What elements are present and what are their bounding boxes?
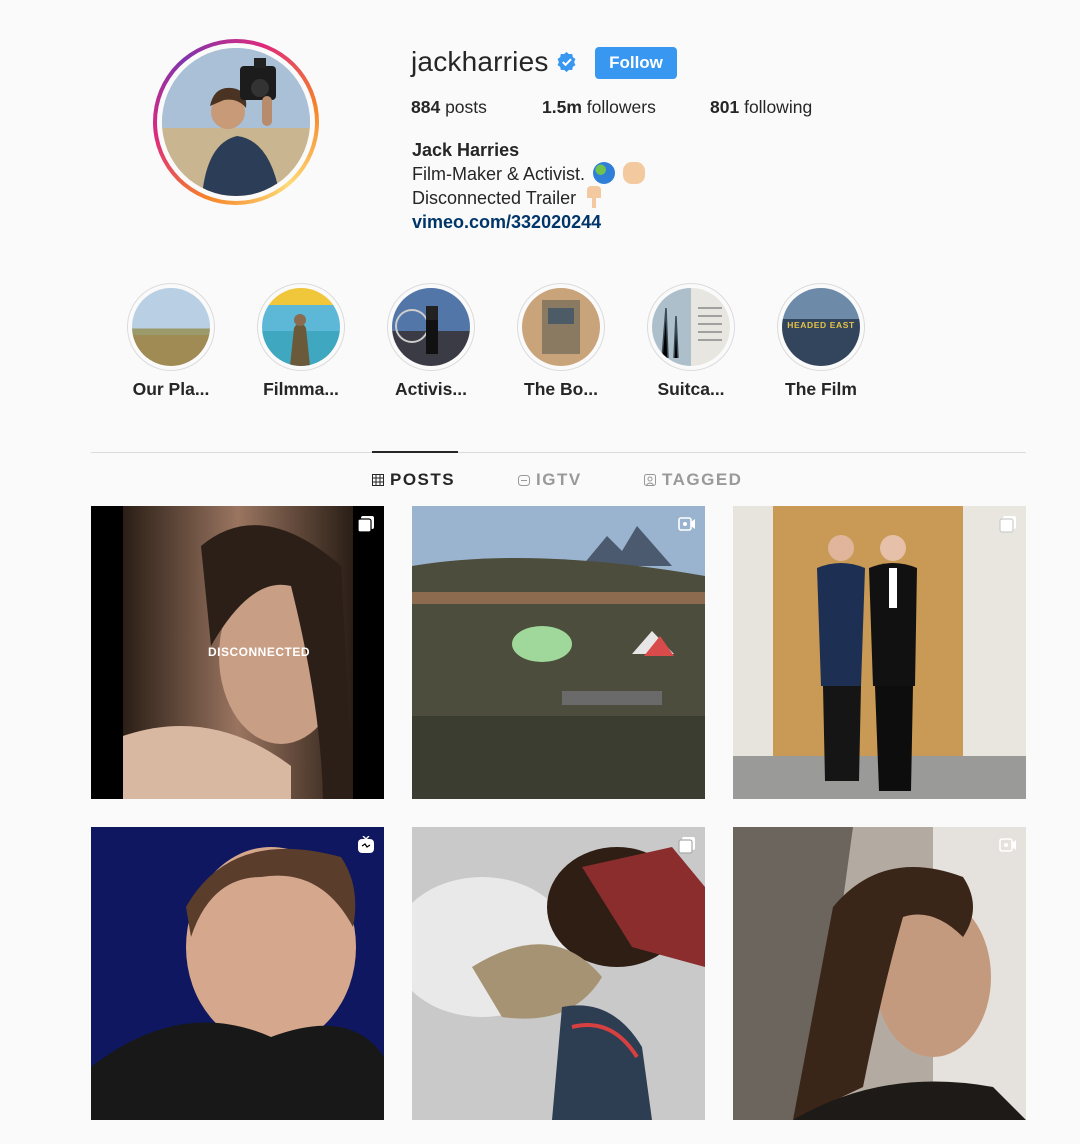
profile-stats: 884 posts 1.5m followers 801 following (411, 97, 812, 118)
highlight-cover (652, 288, 730, 366)
follow-button[interactable]: Follow (595, 47, 677, 79)
highlight-item[interactable]: The Bo... (496, 283, 626, 400)
post-thumbnail[interactable]: DISCONNECTED (91, 506, 384, 799)
highlight-label: Filmma... (263, 379, 339, 399)
username: jackharries (411, 46, 549, 77)
tabs-divider (91, 452, 1026, 453)
posts-count: 884 posts (411, 97, 487, 117)
carousel-icon (678, 837, 695, 854)
carousel-icon (999, 516, 1016, 533)
highlight-item[interactable]: Suitca... (626, 283, 756, 400)
video-icon (999, 838, 1016, 852)
raised-fist-emoji-icon (623, 162, 646, 184)
profile-bio: Jack Harries Film-Maker & Activist. Disc… (412, 138, 646, 234)
highlight-cover-title: HEADED EAST (787, 320, 855, 330)
following-count[interactable]: 801 following (710, 97, 812, 118)
username-row: jackharries (411, 46, 577, 78)
igtv-icon (358, 836, 374, 853)
post-overlay-text: DISCONNECTED (208, 645, 311, 659)
highlight-label: Suitca... (657, 379, 725, 399)
post-thumbnail[interactable] (733, 506, 1026, 799)
bio-line-2: Disconnected Trailer (412, 186, 645, 210)
tab-posts[interactable]: POSTS (372, 470, 455, 490)
video-icon (678, 517, 695, 531)
tab-tagged[interactable]: TAGGED (644, 470, 742, 490)
tagged-icon (644, 474, 656, 486)
highlight-label: Our Pla... (132, 379, 210, 399)
followers-count[interactable]: 1.5m followers (542, 97, 710, 118)
bio-full-name: Jack Harries (412, 140, 520, 160)
highlight-item[interactable]: Activis... (366, 283, 496, 400)
igtv-icon (518, 475, 530, 486)
grid-icon (372, 474, 384, 486)
point-down-emoji-icon (587, 186, 602, 208)
highlight-cover: HEADED EAST (782, 288, 860, 366)
profile-avatar (162, 48, 310, 196)
active-tab-indicator (372, 451, 458, 453)
highlight-cover (132, 288, 210, 366)
carousel-icon (357, 516, 374, 533)
tab-igtv[interactable]: IGTV (518, 470, 582, 490)
post-thumbnail[interactable] (412, 827, 705, 1120)
avatar-photo (162, 48, 310, 196)
bio-website-link[interactable]: vimeo.com/332020244 (412, 212, 601, 232)
highlight-label: Activis... (395, 379, 467, 399)
post-thumbnail[interactable] (733, 827, 1026, 1120)
highlight-cover (392, 288, 470, 366)
highlight-cover (522, 288, 600, 366)
globe-emoji-icon (593, 162, 616, 184)
highlight-label: The Bo... (524, 379, 598, 399)
bio-line-1: Film-Maker & Activist. (412, 162, 646, 186)
highlight-item[interactable]: Filmma... (236, 283, 366, 400)
post-thumbnail[interactable] (412, 506, 705, 799)
post-thumbnail[interactable] (91, 827, 384, 1120)
highlight-label: The Film (785, 379, 857, 399)
highlight-item[interactable]: HEADED EAST The Film (756, 283, 886, 400)
highlight-item[interactable]: Our Pla... (106, 283, 236, 400)
verified-badge-icon (557, 52, 576, 72)
profile-avatar-story-ring[interactable] (153, 39, 319, 205)
highlight-cover (262, 288, 340, 366)
